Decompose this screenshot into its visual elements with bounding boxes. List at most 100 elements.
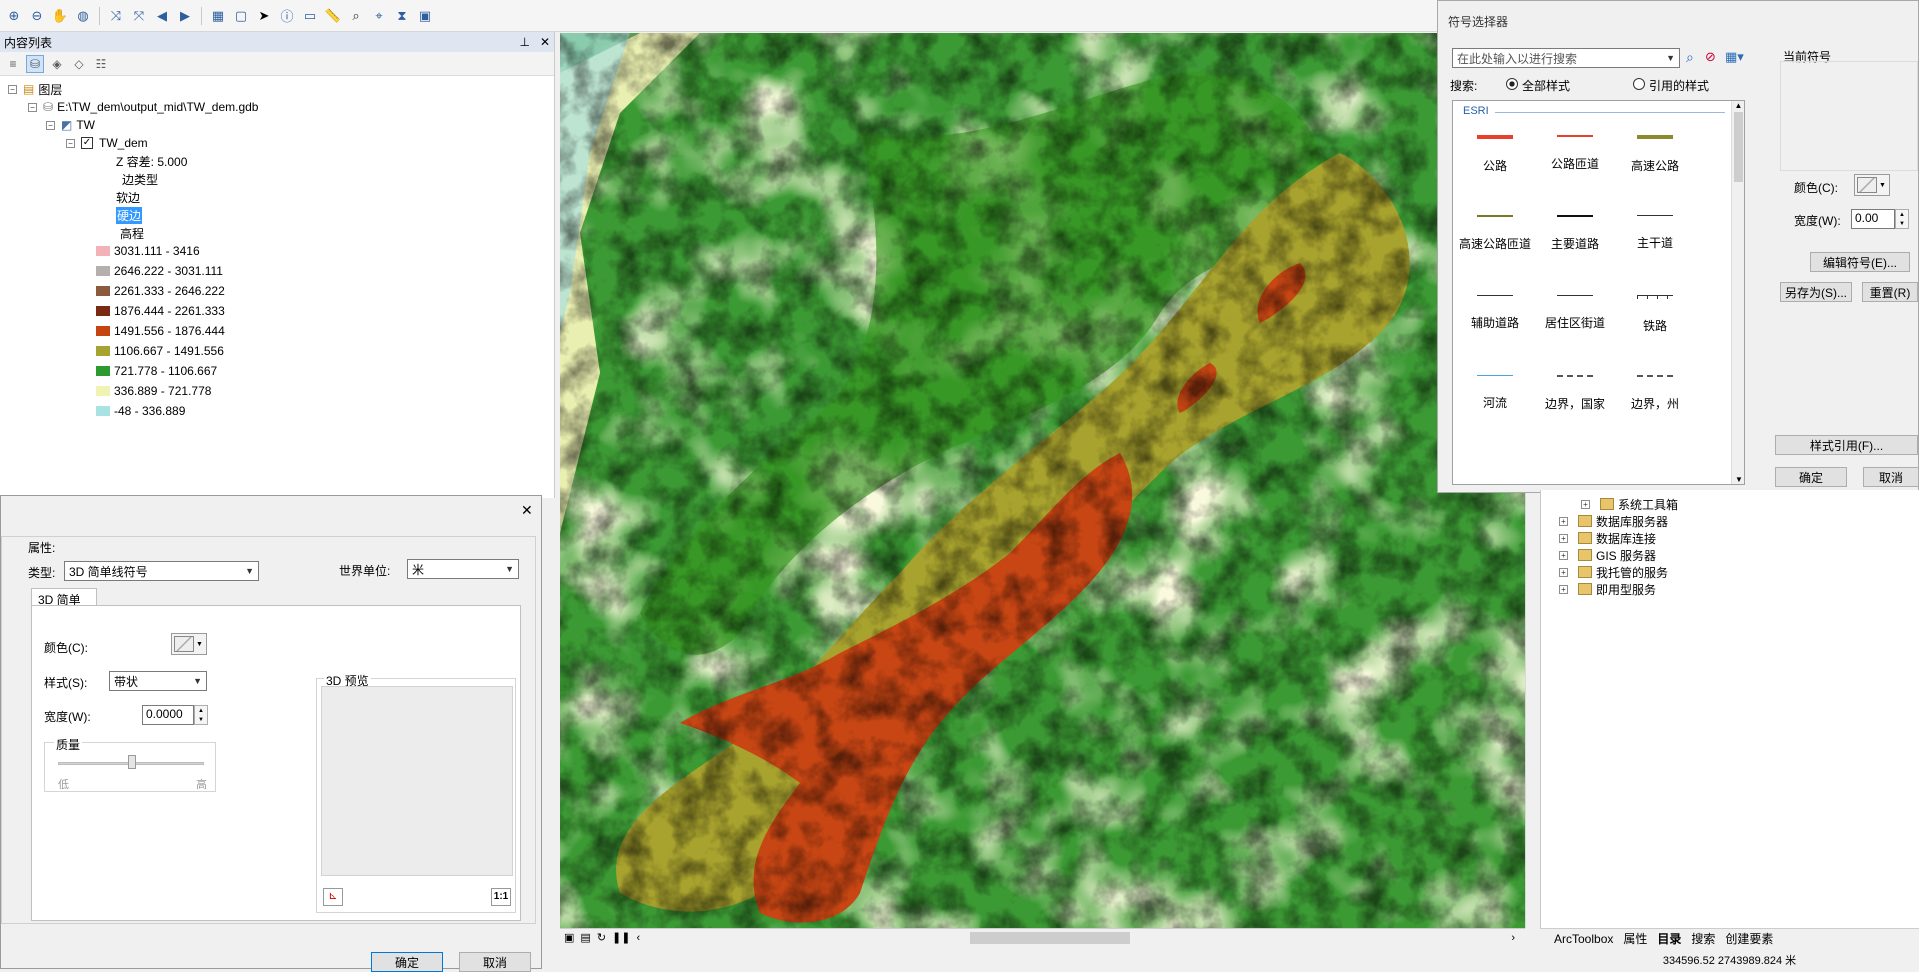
viewer-icon[interactable]: ▣ [415, 6, 435, 26]
width-stepper[interactable]: ▲ ▼ [1895, 209, 1909, 229]
gallery-scrollbar[interactable]: ▲ ▼ [1731, 101, 1744, 484]
forward-icon[interactable]: ▶ [175, 6, 195, 26]
symbol-item[interactable]: 主干道 [1615, 215, 1695, 251]
go-to-xy-icon[interactable]: ⌖ [369, 6, 389, 26]
collapse-icon[interactable]: − [46, 120, 55, 130]
view-options-icon[interactable]: ▦▾ [1725, 49, 1744, 65]
axes-icon[interactable]: ⊾ [323, 888, 343, 906]
symbol-item[interactable]: 边界，州 [1615, 375, 1695, 412]
tree-item-gdb[interactable]: − ⛁ E:\TW_dem\output_mid\TW_dem.gdb [28, 98, 258, 116]
pause-icon[interactable]: ❚❚ [612, 931, 630, 944]
expand-icon[interactable]: + [1559, 584, 1568, 594]
list-by-visibility-icon[interactable]: ◈ [48, 55, 66, 73]
referenced-styles-radio[interactable] [1633, 78, 1645, 90]
legend-item[interactable]: -48 - 336.889 [96, 402, 185, 420]
spin-down-icon[interactable]: ▼ [1899, 221, 1905, 227]
catalog-item[interactable]: + 数据库连接 [1559, 530, 1656, 546]
spin-down-icon[interactable]: ▼ [198, 717, 204, 723]
list-by-drawing-order-icon[interactable]: ≡ [4, 55, 22, 73]
catalog-tab[interactable]: 属性 [1623, 930, 1647, 947]
legend-item[interactable]: 721.778 - 1106.667 [96, 362, 217, 380]
legend-swatch[interactable] [96, 326, 110, 336]
select-icon[interactable]: ➤ [254, 6, 274, 26]
style-select[interactable]: 带状 ▼ [109, 671, 207, 691]
expand-icon[interactable]: + [1559, 550, 1568, 560]
tree-item-tw-dem[interactable]: − ✓ TW_dem [66, 134, 148, 152]
map-view[interactable] [560, 33, 1525, 928]
width-input[interactable]: 0.0000 [142, 705, 194, 725]
edit-symbol-button[interactable]: 编辑符号(E)... [1810, 252, 1910, 272]
tab-3d-simple-line[interactable]: 3D 简单线 [31, 588, 97, 624]
world-units-select[interactable]: 米 ▼ [407, 559, 519, 579]
scroll-thumb[interactable] [1734, 112, 1743, 182]
one-to-one-button[interactable]: 1:1 [491, 888, 511, 906]
scroll-right-icon[interactable]: › [1511, 932, 1515, 944]
refresh-icon[interactable]: ↻ [597, 931, 606, 944]
catalog-tab[interactable]: 搜索 [1691, 930, 1715, 947]
ok-button[interactable]: 确定 [1775, 467, 1847, 487]
layer-visibility-checkbox[interactable]: ✓ [81, 137, 93, 149]
hard-edge-item[interactable]: 硬边 [116, 206, 143, 224]
time-slider-icon[interactable]: ⧗ [392, 6, 412, 26]
legend-swatch[interactable] [96, 306, 110, 316]
clear-selection-icon[interactable]: ▢ [231, 6, 251, 26]
legend-item[interactable]: 1876.444 - 2261.333 [96, 302, 225, 320]
legend-item[interactable]: 1106.667 - 1491.556 [96, 342, 224, 360]
catalog-item[interactable]: + 即用型服务 [1559, 581, 1656, 597]
collapse-icon[interactable]: − [66, 138, 75, 148]
legend-item[interactable]: 1491.556 - 1876.444 [96, 322, 225, 340]
catalog-item[interactable]: + 数据库服务器 [1559, 513, 1668, 529]
symbol-item[interactable]: 高速公路匝道 [1455, 215, 1535, 252]
catalog-tab[interactable]: ArcToolbox [1554, 932, 1613, 946]
catalog-item[interactable]: + GIS 服务器 [1559, 547, 1656, 563]
expand-icon[interactable]: + [1559, 533, 1568, 543]
layout-view-icon[interactable]: ▣ [564, 931, 574, 944]
legend-swatch[interactable] [96, 366, 110, 376]
catalog-item[interactable]: + 我托管的服务 [1559, 564, 1668, 580]
search-input[interactable]: 在此处输入以进行搜索 ▼ [1452, 48, 1680, 68]
legend-item[interactable]: 336.889 - 721.778 [96, 382, 211, 400]
map-vertical-scrollbar[interactable] [1525, 490, 1539, 928]
legend-swatch[interactable] [96, 406, 110, 416]
close-icon[interactable]: ✕ [540, 35, 550, 49]
all-styles-radio[interactable] [1506, 78, 1518, 90]
symbol-item[interactable]: 公路匝道 [1535, 135, 1615, 172]
map-horizontal-scrollbar[interactable] [970, 932, 1130, 944]
close-icon[interactable]: ✕ [521, 502, 533, 519]
spin-up-icon[interactable]: ▲ [1899, 212, 1905, 218]
scroll-up-icon[interactable]: ▲ [1732, 101, 1744, 110]
expand-icon[interactable]: + [1559, 567, 1568, 577]
cancel-button[interactable]: 取消 [459, 952, 531, 972]
reset-button[interactable]: 重置(R) [1862, 282, 1918, 302]
color-picker-button[interactable]: ▼ [171, 633, 207, 655]
ok-button[interactable]: 确定 [371, 952, 443, 972]
find-icon[interactable]: ⌕ [346, 6, 366, 26]
select-elements-icon[interactable]: ▦ [208, 6, 228, 26]
measure-icon[interactable]: 📏 [323, 6, 343, 26]
search-options-icon[interactable]: ⊘ [1705, 49, 1716, 65]
legend-swatch[interactable] [96, 266, 110, 276]
search-icon[interactable]: ⌕ [1686, 49, 1694, 66]
all-styles-label[interactable]: 全部样式 [1522, 77, 1570, 94]
cancel-button[interactable]: 取消 [1863, 467, 1919, 487]
catalog-tab[interactable]: 创建要素 [1725, 930, 1773, 947]
fixed-zoom-out-icon[interactable]: ⤧ [129, 6, 149, 26]
options-icon[interactable]: ☷ [92, 55, 110, 73]
legend-swatch[interactable] [96, 246, 110, 256]
legend-item[interactable]: 2646.222 - 3031.111 [96, 262, 223, 280]
symbol-item[interactable]: 边界，国家 [1535, 375, 1615, 412]
symbol-item[interactable]: 高速公路 [1615, 135, 1695, 174]
fixed-zoom-in-icon[interactable]: ⤨ [106, 6, 126, 26]
scroll-down-icon[interactable]: ▼ [1735, 475, 1743, 484]
html-popup-icon[interactable]: ▭ [300, 6, 320, 26]
symbol-item[interactable]: 铁路 [1615, 295, 1695, 334]
spin-up-icon[interactable]: ▲ [198, 708, 204, 714]
symbol-item[interactable]: 居住区街道 [1535, 295, 1615, 331]
tree-root-layers[interactable]: − ▤ 图层 [8, 80, 62, 98]
quality-slider-thumb[interactable] [128, 755, 136, 769]
pan-icon[interactable]: ✋ [50, 6, 70, 26]
symbol-item[interactable]: 河流 [1455, 375, 1535, 411]
legend-swatch[interactable] [96, 346, 110, 356]
list-by-selection-icon[interactable]: ◇ [70, 55, 88, 73]
legend-item[interactable]: 3031.111 - 3416 [96, 242, 200, 260]
